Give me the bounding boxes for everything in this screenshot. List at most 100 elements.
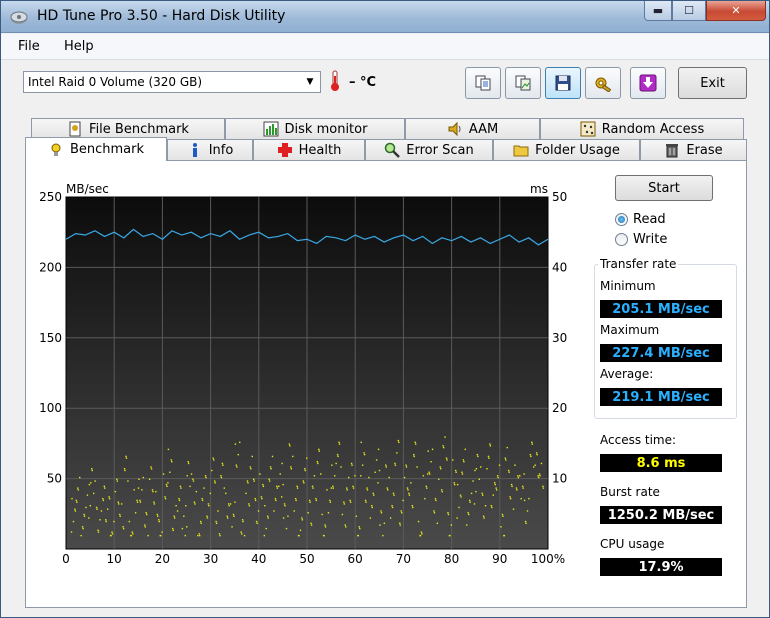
access-point (509, 496, 511, 498)
exit-button[interactable]: Exit (678, 67, 747, 99)
tab-file-benchmark[interactable]: File Benchmark (31, 118, 225, 139)
access-point (142, 476, 145, 479)
access-point (338, 441, 340, 444)
access-point (282, 483, 284, 486)
access-point (349, 501, 352, 503)
access-point (539, 475, 541, 477)
access-point (128, 520, 131, 523)
tab-error-scan[interactable]: Error Scan (365, 139, 493, 160)
access-point (181, 527, 184, 530)
access-point (144, 526, 146, 528)
write-radio-row[interactable]: Write (615, 232, 667, 247)
access-point (136, 499, 138, 502)
access-point (492, 494, 494, 496)
minimize-button[interactable]: ▬ (644, 1, 672, 21)
tab-error-scan-label: Error Scan (406, 142, 474, 158)
access-point (474, 469, 476, 472)
tab-random-access[interactable]: Random Access (540, 118, 744, 139)
access-point (79, 476, 81, 479)
download-button[interactable] (630, 67, 666, 99)
access-point (517, 476, 520, 479)
menu-help[interactable]: Help (64, 39, 94, 54)
access-point (220, 475, 222, 477)
tab-aam[interactable]: AAM (405, 118, 540, 139)
read-radio[interactable] (615, 213, 628, 226)
access-point (323, 534, 325, 537)
access-point (239, 441, 241, 444)
access-point (74, 510, 77, 512)
access-point (296, 487, 299, 489)
access-point (122, 527, 125, 530)
options-button[interactable] (585, 67, 621, 99)
access-point (190, 473, 193, 475)
copy-text-button[interactable] (465, 67, 501, 99)
access-point (192, 480, 195, 482)
access-point (372, 492, 374, 495)
tab-health-label: Health (298, 142, 342, 158)
access-point (260, 496, 263, 498)
access-point (396, 452, 398, 454)
minimize-icon: ▬ (652, 4, 664, 17)
tab-disk-monitor[interactable]: Disk monitor (225, 118, 405, 139)
access-point (422, 475, 425, 477)
access-point (484, 505, 487, 507)
access-point (308, 499, 311, 502)
y-tick-left: 100 (39, 401, 62, 415)
access-point (425, 485, 427, 488)
y-tick-right: 30 (552, 331, 567, 345)
start-button[interactable]: Start (615, 175, 713, 201)
access-point (490, 505, 493, 507)
copy-screenshot-button[interactable] (505, 67, 541, 99)
tab-info[interactable]: Info (167, 139, 253, 160)
y-tick-right: 10 (552, 472, 567, 486)
access-point (256, 522, 258, 524)
access-point (211, 469, 213, 472)
tab-folder-usage[interactable]: Folder Usage (493, 139, 640, 160)
access-point (458, 506, 460, 509)
access-point (393, 494, 395, 496)
access-point (368, 476, 370, 479)
access-point (414, 443, 417, 445)
access-point (345, 526, 347, 528)
access-point (178, 499, 181, 502)
write-radio[interactable] (615, 233, 628, 246)
access-point (225, 492, 227, 495)
maximize-button[interactable]: ☐ (672, 1, 706, 21)
access-point (89, 505, 92, 507)
access-point (253, 478, 255, 480)
access-point (350, 462, 353, 465)
access-point (354, 475, 356, 477)
close-button[interactable]: ✕ (706, 1, 766, 21)
access-point (83, 513, 85, 516)
chevron-down-icon[interactable]: ▼ (303, 75, 317, 89)
access-point (383, 522, 386, 524)
download-arrow-icon (639, 74, 657, 92)
menu-file[interactable]: File (18, 39, 40, 54)
access-point (234, 501, 236, 503)
maximize-icon: ☐ (684, 4, 694, 17)
access-point (150, 466, 152, 468)
access-point (510, 483, 513, 486)
tab-health[interactable]: Health (253, 139, 365, 160)
tab-benchmark[interactable]: Benchmark (25, 137, 167, 161)
access-point (266, 515, 269, 517)
access-point (400, 512, 403, 514)
access-point (76, 501, 78, 503)
drive-select[interactable]: Intel Raid 0 Volume (320 GB) ▼ (23, 71, 321, 93)
write-radio-label: Write (633, 232, 668, 247)
access-point (420, 531, 423, 533)
tab-erase[interactable]: Erase (640, 139, 747, 160)
access-point (481, 492, 483, 495)
access-point (204, 475, 207, 477)
access-point (537, 475, 539, 477)
read-radio-row[interactable]: Read (615, 212, 666, 227)
access-point (470, 492, 473, 495)
title-bar[interactable]: HD Tune Pro 3.50 - Hard Disk Utility ▬ ☐… (1, 1, 769, 33)
access-point (88, 483, 91, 486)
access-point (228, 505, 230, 507)
access-point (343, 501, 345, 503)
save-button[interactable] (545, 67, 581, 99)
access-point (416, 466, 418, 468)
access-point (366, 489, 369, 491)
access-point (337, 455, 339, 458)
